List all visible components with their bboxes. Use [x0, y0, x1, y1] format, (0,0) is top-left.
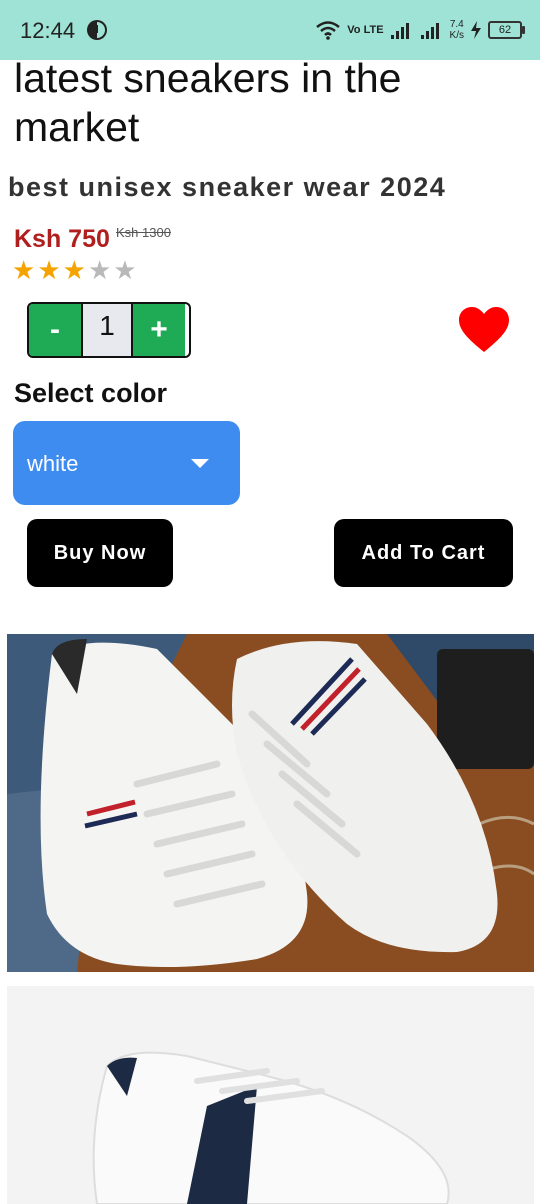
charging-icon	[471, 21, 481, 39]
product-image[interactable]	[7, 986, 534, 1204]
sneaker-photo-2	[7, 986, 534, 1204]
increase-quantity-button[interactable]: +	[133, 304, 185, 356]
speed-value: 7.4	[449, 19, 464, 30]
product-image[interactable]	[7, 634, 534, 972]
quantity-stepper: - 1 +	[27, 302, 191, 358]
quantity-value[interactable]: 1	[81, 304, 133, 356]
star-icon: ★	[62, 255, 86, 285]
battery-icon: 62	[488, 21, 525, 39]
product-subtitle: best unisex sneaker wear 2024	[8, 172, 447, 202]
select-color-label: Select color	[14, 378, 168, 408]
star-icon: ★	[37, 255, 61, 285]
heart-icon[interactable]	[458, 306, 510, 354]
decrease-quantity-button[interactable]: -	[29, 304, 81, 356]
speed-unit: K/s	[449, 30, 464, 41]
star-icon: ★	[12, 255, 36, 285]
star-icon: ★	[87, 255, 112, 285]
network-type: Vo LTE	[347, 23, 384, 36]
network-speed: 7.4 K/s	[450, 19, 464, 41]
product-screen: 12:44 Vo LTE 7.4 K/s 62 latest sneakers …	[0, 0, 540, 1204]
star-icon: ★	[113, 255, 137, 285]
chevron-down-icon	[191, 459, 209, 468]
buy-now-button[interactable]: Buy Now	[27, 519, 173, 587]
status-icons: Vo LTE 7.4 K/s 62	[315, 16, 525, 44]
signal-icon	[390, 23, 409, 39]
status-time: 12:44	[20, 18, 76, 43]
rating-stars: ★ ★ ★ ★ ★	[12, 256, 137, 284]
color-dropdown-value: white	[27, 451, 79, 476]
clock-icon	[87, 20, 107, 40]
status-bar: 12:44 Vo LTE 7.4 K/s 62	[0, 0, 540, 60]
product-title: latest sneakers in the market	[14, 55, 402, 150]
product-price: Ksh 750	[14, 225, 110, 253]
product-old-price: Ksh 1300	[116, 225, 171, 240]
signal-icon-2	[420, 23, 439, 39]
add-to-cart-button[interactable]: Add To Cart	[334, 519, 513, 587]
sneaker-photo-1	[7, 634, 534, 972]
color-dropdown[interactable]: white	[13, 421, 240, 505]
wifi-icon	[316, 21, 341, 40]
